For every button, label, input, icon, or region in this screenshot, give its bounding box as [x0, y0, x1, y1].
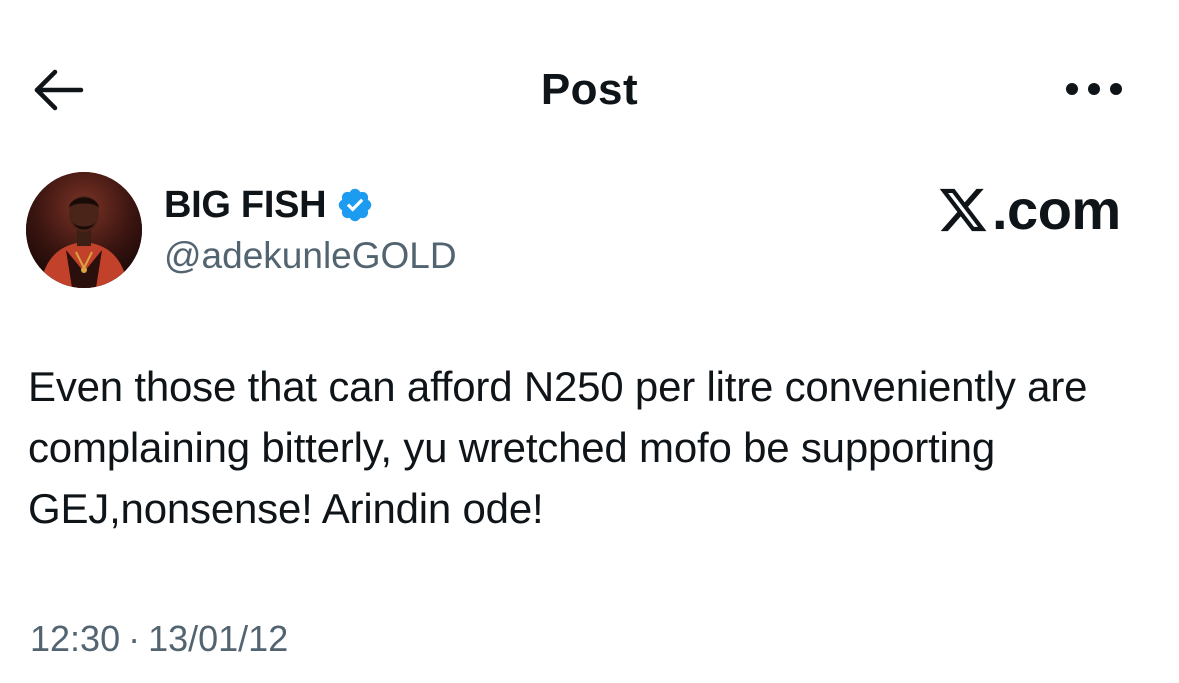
more-horizontal-icon — [1066, 83, 1122, 95]
author-display-name[interactable]: BIG FISH — [164, 180, 374, 230]
post-date: 13/01/12 — [148, 618, 289, 659]
x-watermark: .com — [936, 178, 1121, 242]
avatar[interactable] — [26, 172, 142, 288]
post-body: Even those that can afford N250 per litr… — [28, 363, 1088, 532]
watermark-domain: .com — [992, 178, 1121, 241]
more-options-button[interactable] — [1058, 64, 1130, 114]
author-handle[interactable]: @adekunleGOLD — [164, 232, 457, 280]
author-name-text: BIG FISH — [164, 184, 327, 226]
meta-separator: · — [128, 618, 141, 659]
post-timestamp[interactable]: 12:30 · 13/01/12 — [30, 616, 288, 662]
page-title: Post — [540, 65, 639, 114]
profile-photo — [26, 172, 142, 288]
post-time: 12:30 — [30, 618, 121, 659]
x-logo-icon — [939, 188, 987, 232]
verified-badge-icon — [339, 188, 372, 222]
